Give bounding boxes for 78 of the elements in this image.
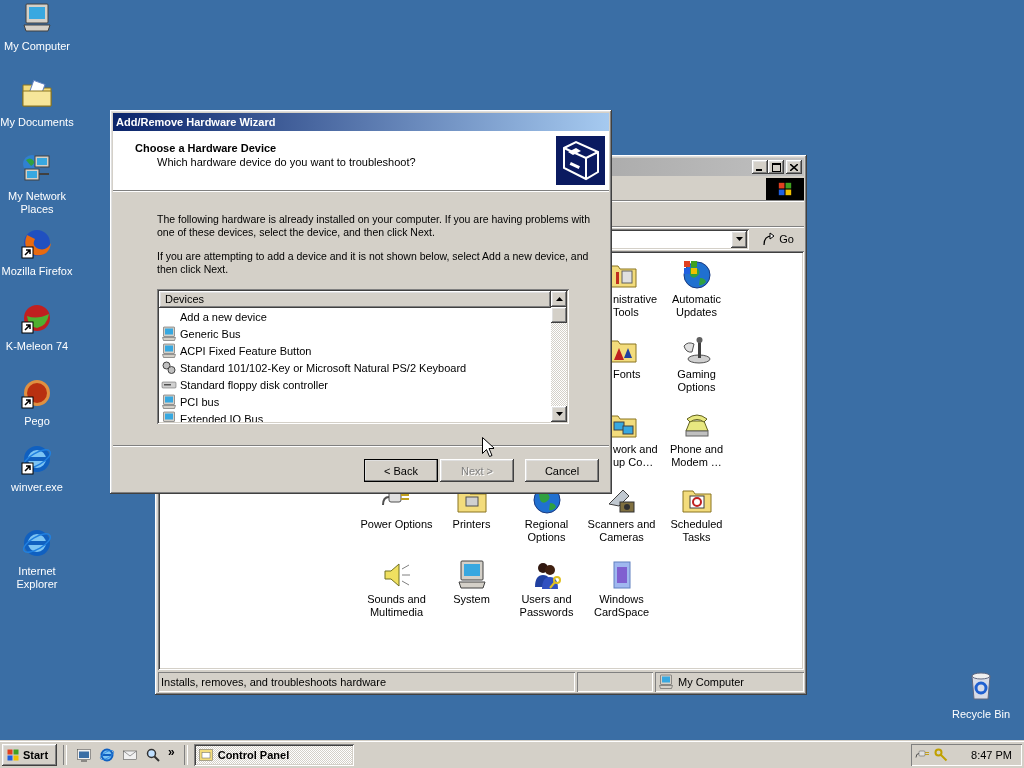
dropdown-button[interactable] [731,230,748,248]
window-icon [197,747,214,763]
icon-label[interactable]: Users and Passwords [509,593,584,619]
wizard-subheading: Which hardware device do you want to troubleshoot? [157,156,416,168]
icon-label[interactable]: Power Options [360,518,433,531]
icon-label[interactable]: Phone and Modem … [659,443,734,469]
list-item[interactable]: Generic Bus [159,325,551,342]
globe-icon [680,259,713,291]
quick-launch-button[interactable] [145,747,161,763]
close-button[interactable] [786,160,802,174]
list-item[interactable]: ACPI Fixed Feature Button [159,342,551,359]
close-icon [790,163,798,171]
taskbar-button[interactable]: Control Panel [193,744,354,766]
status-zone: My Computer [655,672,804,692]
wizard-button[interactable]: < Back [364,459,438,482]
icon-label[interactable]: Windows CardSpace [584,593,659,619]
icon-label[interactable]: Automatic Updates [659,293,734,319]
computer-icon [161,393,177,410]
list-item[interactable]: PCI bus [159,393,551,410]
list-item[interactable]: Extended IO Bus [159,410,551,422]
icon-label[interactable]: Gaming Options [659,368,734,394]
key-icon [933,747,949,763]
computer-icon [161,342,177,359]
flag-icon [5,747,21,763]
flag-icon [776,180,794,198]
show-desktop-icon [76,747,92,763]
minimize-button[interactable] [752,160,768,174]
icon-label[interactable]: System [453,593,490,606]
scroll-up-button[interactable] [551,291,567,307]
instruction-text: The following hardware is already installed on your computer. If you are having problems with one of these devices, select the device, and then click Next. [157,213,592,239]
browser-icon [99,747,115,763]
icon-label[interactable]: nistrative Tools [613,293,659,319]
go-button[interactable]: Go [757,229,798,249]
search-icon [145,747,161,763]
more-button[interactable]: » [168,745,175,759]
cursor-icon [482,437,494,457]
maximize-button[interactable] [768,160,784,174]
wizard-button[interactable]: Cancel [525,459,599,482]
maximize-icon [771,162,781,172]
icon-label[interactable]: work and up Co… [613,443,659,469]
icon-label[interactable]: My Network Places [0,190,76,216]
keyboard-icon [161,359,177,376]
icon-label[interactable]: Scheduled Tasks [659,518,734,544]
hardware-icon [556,136,605,185]
scrollbar[interactable] [551,291,567,422]
quick-launch-button[interactable] [76,747,92,763]
list-item[interactable]: Add a new device [159,308,551,325]
list-item[interactable]: Standard floppy disk controller [159,376,551,393]
icon-label[interactable]: Scanners and Cameras [584,518,659,544]
instruction-text: If you are attempting to add a device and it is not shown below, select Add a new device, and then click Next. [157,250,590,276]
icon-label[interactable]: K-Meleon 74 [5,340,69,353]
up-arrow-icon [555,297,563,301]
mail-icon [122,747,138,763]
column-header[interactable]: Devices [159,291,551,308]
caret-icon [735,237,743,241]
icon-label[interactable]: Pego [24,415,50,428]
clock: 8:47 PM [971,749,1013,761]
icon-label[interactable]: Regional Options [509,518,584,544]
computer-icon [658,674,674,690]
scroll-down-button[interactable] [551,406,567,422]
computer-icon [455,559,488,591]
start-button[interactable]: Start [2,744,57,766]
icon-label[interactable]: Mozilla Firefox [1,265,73,278]
icon-label[interactable]: Recycle Bin [951,708,1011,721]
icon-label[interactable]: My Computer [4,40,70,53]
icon-label[interactable]: Printers [452,518,491,531]
list-item[interactable]: Standard 101/102-Key or Microsoft Natural PS/2 Keyboard [159,359,551,376]
icon-label[interactable]: Sounds and Multimedia [359,593,434,619]
status-text: Installs, removes, and troubleshoots hardware [158,672,575,692]
icon-label[interactable]: winver.exe [11,481,63,494]
icon-label[interactable]: Fonts [613,368,641,381]
computer-icon [161,325,177,342]
icon-label[interactable]: My Documents [0,116,74,129]
icon-label[interactable]: Internet Explorer [0,565,76,591]
down-arrow-icon [555,412,563,416]
scroll-thumb[interactable] [551,307,567,323]
wizard-heading: Choose a Hardware Device [135,142,278,154]
window-title: Add/Remove Hardware Wizard [116,116,276,128]
